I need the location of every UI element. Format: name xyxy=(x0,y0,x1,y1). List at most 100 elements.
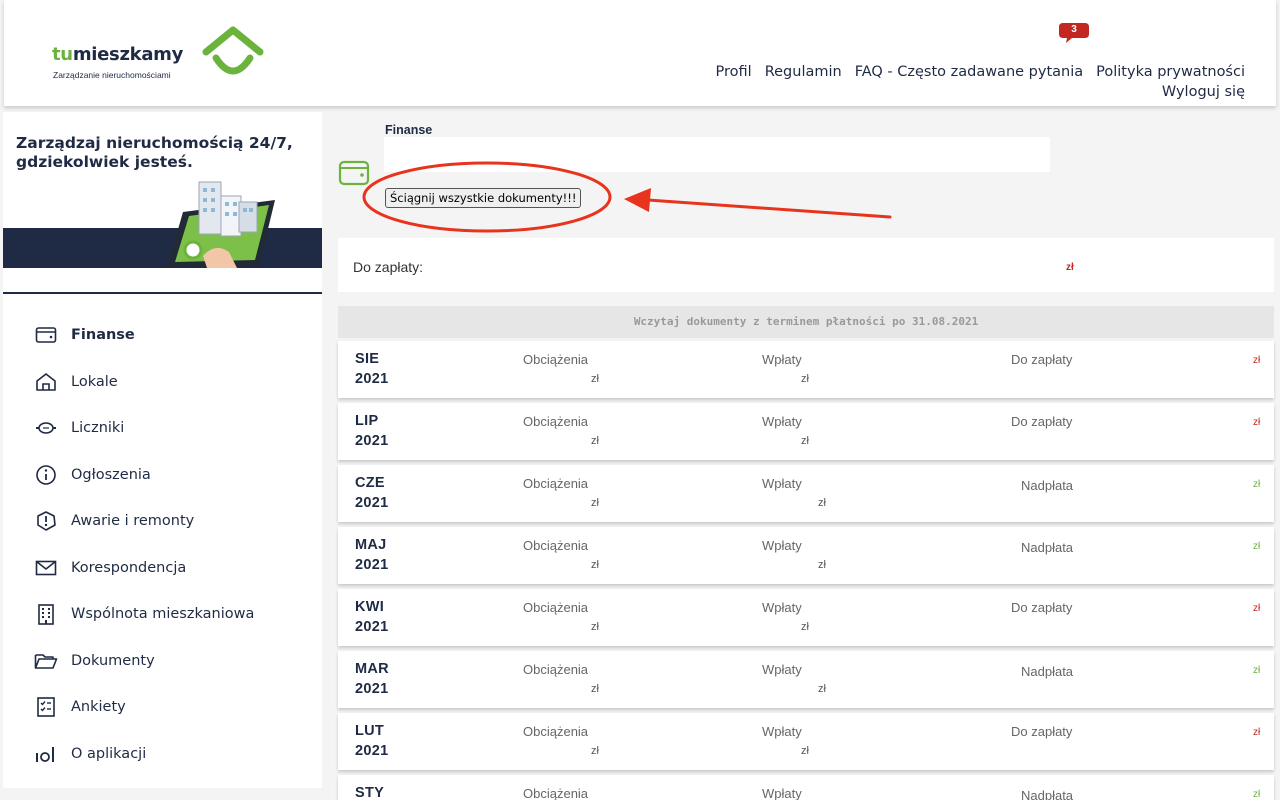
mail-icon xyxy=(34,556,58,580)
charges-currency: zł xyxy=(591,373,599,385)
payments-label: Wpłaty xyxy=(762,414,802,429)
charges-label: Obciążenia xyxy=(523,786,589,800)
month-name: LIP xyxy=(355,413,379,429)
sidebar-item-awarie[interactable]: Awarie i remonty xyxy=(3,498,322,545)
amount-due-label: Do zapłaty: xyxy=(353,259,424,275)
month-card[interactable]: CZE 2021 Obciążenia zł Wpłaty zł Nadpłata zł xyxy=(338,465,1274,522)
month-name: KWI xyxy=(355,599,385,615)
sidebar-item-lokale[interactable]: Lokale xyxy=(3,359,322,406)
month-year: 2021 xyxy=(355,433,389,449)
month-card[interactable]: LIP 2021 Obciążenia zł Wpłaty zł Do zapłaty zł xyxy=(338,403,1274,460)
month-card[interactable]: STY2021ObciążeniazłWpłatyzłNadpłatazł xyxy=(338,775,1274,800)
logo[interactable]: tumieszkamy Zarządzanie nieruchomościami xyxy=(52,26,272,86)
sidebar-item-korespondencja[interactable]: Korespondencja xyxy=(3,545,322,592)
amount-due-currency: zł xyxy=(1066,262,1074,273)
sidebar-item-label: Liczniki xyxy=(71,420,125,437)
sidebar-item-label: Ankiety xyxy=(71,699,126,716)
sidebar-item-label: Korespondencja xyxy=(71,559,187,576)
month-name: MAR xyxy=(355,661,389,677)
sidebar-item-finanse[interactable]: Finanse xyxy=(3,312,322,359)
tablet-buildings-illustration xyxy=(167,181,275,268)
payments-currency: zł xyxy=(801,621,809,633)
sidebar-item-label: Wspólnota mieszkaniowa xyxy=(71,606,255,623)
sidebar-item-label: O aplikacji xyxy=(71,745,147,762)
month-card[interactable]: MAJ 2021 Obciążenia zł Wpłaty zł Nadpłata zł xyxy=(338,527,1274,584)
month-year: 2021 xyxy=(355,681,389,697)
sidebar-item-liczniki[interactable]: Liczniki xyxy=(3,405,322,452)
folder-icon xyxy=(34,649,58,673)
banner-text: Zarządzaj nieruchomością 24/7, gdziekolw… xyxy=(16,134,293,171)
payments-currency: zł xyxy=(801,435,809,447)
finance-header: Finanse Ściągnij wszystkie dokumenty!!! xyxy=(338,112,1274,236)
balance-currency: zł xyxy=(1253,541,1261,552)
payments-currency: zł xyxy=(801,745,809,757)
charges-label: Obciążenia xyxy=(523,724,589,739)
payments-label: Wpłaty xyxy=(762,538,802,553)
month-year: 2021 xyxy=(355,557,389,573)
month-card[interactable]: KWI 2021 Obciążenia zł Wpłaty zł Do zapłaty zł xyxy=(338,589,1274,646)
sidebar-item-o-aplikacji[interactable]: O aplikacji xyxy=(3,731,322,778)
meter-icon xyxy=(34,416,58,440)
month-card[interactable]: LUT 2021 Obciążenia zł Wpłaty zł Do zapłaty zł xyxy=(338,713,1274,770)
balance-status-label: Do zapłaty xyxy=(1011,600,1073,615)
nav-faq[interactable]: FAQ - Często zadawane pytania xyxy=(855,64,1083,80)
info-icon xyxy=(34,463,58,487)
checklist-icon xyxy=(34,695,58,719)
balance-status-label: Nadpłata xyxy=(1021,540,1074,555)
sidebar-item-ogloszenia[interactable]: Ogłoszenia xyxy=(3,452,322,499)
top-nav: Profil Regulamin FAQ - Często zadawane pyt… xyxy=(645,62,1245,102)
balance-status-label: Nadpłata xyxy=(1021,664,1074,679)
balance-currency: zł xyxy=(1253,789,1261,800)
payments-label: Wpłaty xyxy=(762,352,802,367)
load-documents-button[interactable]: Wczytaj dokumenty z terminem płatności p… xyxy=(338,306,1274,338)
amount-due-panel: Do zapłaty: zł xyxy=(338,238,1274,292)
payments-currency: zł xyxy=(801,373,809,385)
sidebar-item-label: Dokumenty xyxy=(71,652,155,669)
charges-currency: zł xyxy=(591,559,599,571)
nav-profil[interactable]: Profil xyxy=(716,64,752,80)
charges-label: Obciążenia xyxy=(523,414,589,429)
charges-label: Obciążenia xyxy=(523,538,589,553)
promo-banner: Zarządzaj nieruchomością 24/7, gdziekolw… xyxy=(3,112,322,268)
sidebar-item-label: Lokale xyxy=(71,373,118,390)
month-name: MAJ xyxy=(355,537,387,553)
sidebar-item-label: Awarie i remonty xyxy=(71,513,195,530)
month-card[interactable]: MAR 2021 Obciążenia zł Wpłaty zł Nadpłata zł xyxy=(338,651,1274,708)
sidebar-item-dokumenty[interactable]: Dokumenty xyxy=(3,638,322,685)
balance-status-label: Do zapłaty xyxy=(1011,414,1073,429)
charges-label: Obciążenia xyxy=(523,600,589,615)
home-icon xyxy=(34,370,58,394)
month-year: 2021 xyxy=(355,619,389,635)
balance-currency: zł xyxy=(1253,727,1261,738)
sidebar-item-wspolnota[interactable]: Wspólnota mieszkaniowa xyxy=(3,591,322,638)
sidebar-menu: Finanse Lokale Liczniki Ogłoszenia Awari… xyxy=(3,312,322,777)
payments-label: Wpłaty xyxy=(762,662,802,677)
payments-currency: zł xyxy=(818,559,826,571)
about-icon xyxy=(34,742,58,766)
logout-link[interactable]: Wyloguj się xyxy=(658,82,1245,102)
month-name: LUT xyxy=(355,723,385,739)
top-header: tumieszkamy Zarządzanie nieruchomościami… xyxy=(4,0,1276,106)
payments-label: Wpłaty xyxy=(762,476,802,491)
download-all-documents-button[interactable]: Ściągnij wszystkie dokumenty!!! xyxy=(385,188,582,208)
payments-label: Wpłaty xyxy=(762,786,802,800)
balance-currency: zł xyxy=(1253,603,1261,614)
month-year: 2021 xyxy=(355,495,389,511)
balance-status-label: Nadpłata xyxy=(1021,478,1074,493)
finance-info-panel xyxy=(384,137,1050,172)
nav-privacy-policy[interactable]: Polityka prywatności xyxy=(1096,64,1245,80)
logo-house-icon xyxy=(202,26,264,75)
month-year: 2021 xyxy=(355,371,389,387)
charges-currency: zł xyxy=(591,435,599,447)
month-year: 2021 xyxy=(355,743,389,759)
nav-regulamin[interactable]: Regulamin xyxy=(765,64,842,80)
charges-label: Obciążenia xyxy=(523,476,589,491)
logo-subtitle: Zarządzanie nieruchomościami xyxy=(53,70,171,80)
month-card[interactable]: SIE 2021 Obciążenia zł Wpłaty zł Do zapłaty zł xyxy=(338,341,1274,398)
balance-currency: zł xyxy=(1253,665,1261,676)
sidebar-item-label: Finanse xyxy=(71,327,135,344)
charges-currency: zł xyxy=(591,497,599,509)
alert-icon xyxy=(34,509,58,533)
sidebar-item-ankiety[interactable]: Ankiety xyxy=(3,684,322,731)
charges-currency: zł xyxy=(591,745,599,757)
